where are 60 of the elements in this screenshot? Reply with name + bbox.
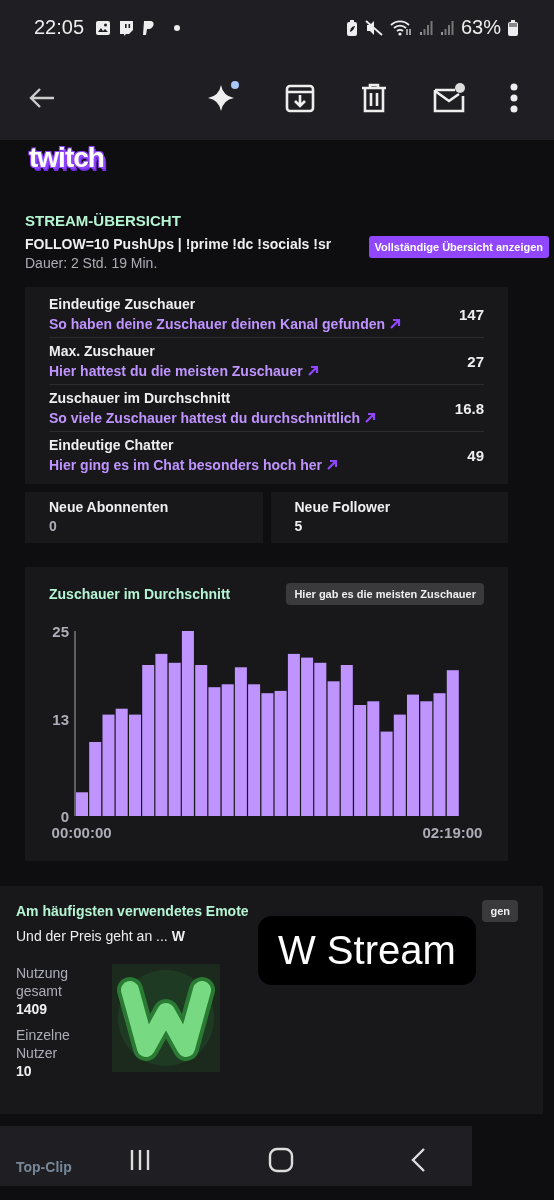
external-arrow-icon <box>364 412 377 424</box>
stat-link[interactable]: Hier hattest du die meisten Zuschauer <box>49 361 319 381</box>
chat-bubble-icon <box>118 19 135 36</box>
stat-label: Nutzung gesamt <box>16 964 70 1000</box>
wifi-icon <box>389 19 412 36</box>
section-heading: STREAM-ÜBERSICHT <box>25 212 182 229</box>
external-arrow-icon <box>388 318 401 330</box>
trash-icon[interactable] <box>360 81 388 114</box>
stat-label: Eindeutige Chatter <box>49 436 175 455</box>
status-time: 22:05 <box>34 16 85 39</box>
stream-title: FOLLOW=10 PushUps | !prime !dc !socials !sr <box>25 236 332 252</box>
mail-icon[interactable] <box>432 81 466 114</box>
caption-sticker: W Stream <box>258 916 476 985</box>
battery-icon <box>508 19 518 36</box>
stat-link[interactable]: So viele Zuschauer hattest du durchschnittlich <box>49 408 377 428</box>
back-arrow-icon[interactable] <box>28 85 56 110</box>
stat-link[interactable]: So haben deine Zuschauer deinen Kanal gefunden <box>49 314 401 334</box>
stat-label: Zuschauer im Durchschnitt <box>49 389 232 408</box>
stat-label: Eindeutige Zuschauer <box>49 295 197 314</box>
stat-link[interactable]: Hier ging es im Chat besonders hoch her <box>49 455 338 475</box>
axis-tick-label: 02:19:00 <box>422 824 483 841</box>
home-icon[interactable] <box>268 1147 294 1173</box>
stat-value: 0 <box>49 517 58 535</box>
signal-icon <box>418 19 433 36</box>
stat-label: Max. Zuschauer <box>49 342 156 361</box>
stat-label: Neue Abonnenten <box>49 498 170 517</box>
external-arrow-icon <box>325 459 338 471</box>
external-arrow-icon <box>306 365 319 377</box>
stat-value: 5 <box>294 517 304 535</box>
dot-icon <box>174 24 181 31</box>
signal-icon <box>439 19 454 36</box>
stat-value: 1409 <box>16 1000 49 1018</box>
stat-value: 147 <box>458 306 484 323</box>
gallery-icon <box>95 19 112 36</box>
axis-tick-label: 25 <box>52 622 69 640</box>
more-menu-icon[interactable] <box>510 82 518 113</box>
recent-apps-icon[interactable] <box>128 1148 152 1172</box>
stat-label: Einzelne Nutzer <box>16 1026 71 1062</box>
winner-text: Und der Preis geht an ... W <box>16 928 186 944</box>
axis-tick-label: 00:00:00 <box>51 824 112 841</box>
mute-icon <box>364 19 383 36</box>
payment-icon <box>141 19 156 36</box>
stat-value: 49 <box>467 447 484 464</box>
battery-saver-icon <box>345 19 358 36</box>
battery-percent: 63% <box>460 16 501 39</box>
clip-title: Top-Clip <box>16 1159 72 1175</box>
axis-tick-label: 13 <box>52 711 69 729</box>
twitch-logo: twitch <box>28 142 105 174</box>
overview-button[interactable]: Vollständige Übersicht anzeigen <box>368 236 549 258</box>
stat-value: 16.8 <box>454 400 484 417</box>
axis-tick-label: 0 <box>60 807 69 825</box>
duration-text: Dauer: 2 Std. 19 Min. <box>25 255 159 271</box>
emote-button[interactable]: gen <box>482 900 518 922</box>
stat-value: 27 <box>467 353 484 370</box>
chart-title: Zuschauer im Durchschnitt <box>49 586 231 602</box>
stat-value: 10 <box>16 1062 33 1080</box>
peak-viewers-button[interactable]: Hier gab es die meisten Zuschauer <box>286 583 484 605</box>
stat-label: Neue Follower <box>294 498 392 517</box>
emote-title: Am häufigsten verwendetes Emote <box>16 903 249 919</box>
back-icon[interactable] <box>410 1147 426 1173</box>
